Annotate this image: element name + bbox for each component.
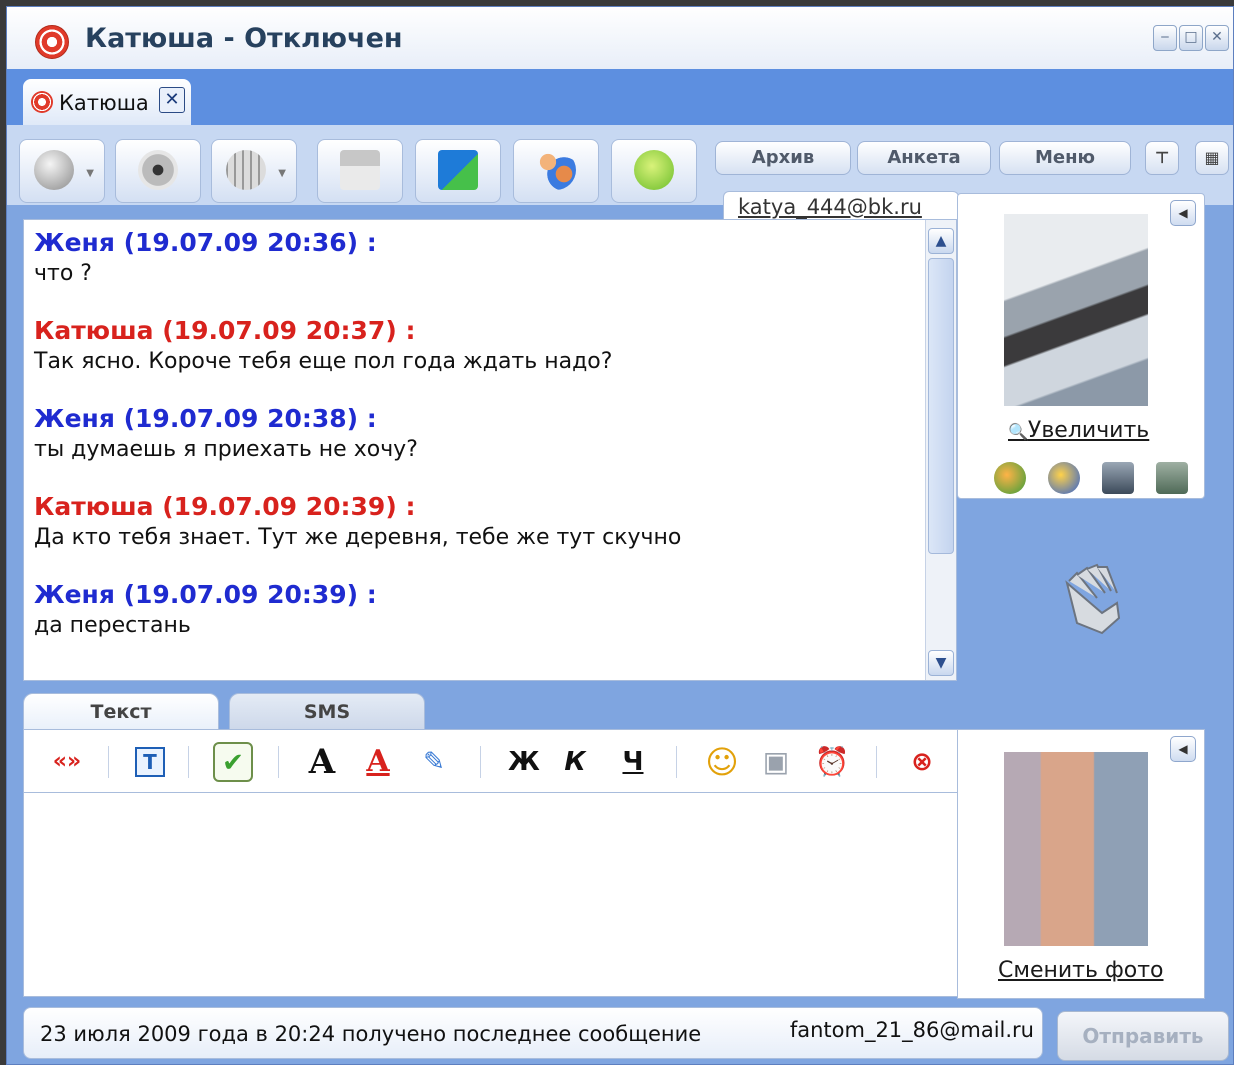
close-icon[interactable]: ✕ bbox=[1205, 25, 1229, 51]
conversation-tab-label: Катюша bbox=[59, 91, 149, 115]
minimize-icon[interactable]: ‒ bbox=[1153, 25, 1177, 51]
message-header: Женя (19.07.09 20:36) : bbox=[34, 228, 377, 257]
contacts-button[interactable] bbox=[513, 139, 599, 203]
nudge-hand-icon[interactable] bbox=[1047, 563, 1137, 643]
message-text: Так ясно. Короче тебя еще пол года ждать… bbox=[34, 349, 613, 374]
message-text: Да кто тебя знает. Тут же деревня, тебе … bbox=[34, 525, 682, 550]
alarm-clock-icon[interactable]: ⏰ bbox=[812, 744, 852, 780]
contact-status-icon[interactable] bbox=[994, 462, 1026, 494]
scroll-up-icon[interactable]: ▲ bbox=[928, 228, 954, 254]
toolbar-divider bbox=[480, 746, 481, 778]
archive-button[interactable]: Архив bbox=[715, 141, 851, 175]
font-icon[interactable]: A bbox=[302, 744, 342, 780]
message: Женя (19.07.09 20:39) : да перестань bbox=[34, 580, 914, 642]
profile-button[interactable]: Анкета bbox=[857, 141, 991, 175]
phone-icon bbox=[34, 150, 74, 190]
input-mode-tabs: Текст SMS bbox=[23, 693, 963, 731]
own-email: fantom_21_86@mail.ru bbox=[789, 1018, 1034, 1042]
status-bar: 23 июля 2009 года в 20:24 получено после… bbox=[23, 1007, 1043, 1059]
camera-icon[interactable] bbox=[1102, 462, 1134, 494]
italic-button[interactable]: К bbox=[560, 744, 590, 780]
message-header: Катюша (19.07.09 20:37) : bbox=[34, 316, 416, 345]
message-header: Женя (19.07.09 20:39) : bbox=[34, 580, 377, 609]
collapse-panel-icon[interactable]: ◀ bbox=[1170, 200, 1196, 226]
message-text: ты думаешь я приехать не хочу? bbox=[34, 437, 418, 462]
message: Женя (19.07.09 20:36) : что ? bbox=[34, 228, 914, 290]
underline-button[interactable]: Ч bbox=[618, 744, 648, 780]
dropdown-arrow-icon: ▼ bbox=[86, 168, 94, 179]
chat-window: Катюша - Отключен ‒ □ ✕ Катюша ✕ ▼ ▼ Арх… bbox=[6, 6, 1234, 1065]
magnifier-icon: 🔍 bbox=[1008, 422, 1028, 441]
formatting-toolbar: «» T ✔ A A ✎ Ж К Ч ☺ ▣ ⏰ ⊗ bbox=[23, 729, 963, 793]
conversation-tab[interactable]: Катюша ✕ bbox=[23, 79, 191, 125]
message-header: Женя (19.07.09 20:38) : bbox=[34, 404, 377, 433]
conversation-tabbar: Катюша ✕ bbox=[7, 69, 1233, 125]
smiles-button[interactable] bbox=[611, 139, 697, 203]
chat-scrollbar[interactable]: ▲ ▼ bbox=[925, 220, 956, 680]
message-input[interactable] bbox=[23, 793, 963, 997]
tab-text[interactable]: Текст bbox=[23, 693, 219, 731]
chat-history: Женя (19.07.09 20:36) : что ? Катюша (19… bbox=[23, 219, 957, 681]
scroll-thumb[interactable] bbox=[928, 258, 954, 554]
chat-bubble-icon bbox=[634, 150, 674, 190]
change-photo-link[interactable]: Сменить фото bbox=[998, 958, 1164, 983]
contact-status-icon bbox=[31, 91, 53, 113]
smiley-icon[interactable]: ☺ bbox=[702, 744, 742, 780]
spellcheck-icon[interactable]: ✔ bbox=[210, 742, 256, 782]
message-text: что ? bbox=[34, 261, 92, 286]
message: Катюша (19.07.09 20:39) : Да кто тебя зн… bbox=[34, 492, 914, 554]
file-transfer-icon bbox=[438, 150, 478, 190]
globe-button[interactable]: ▼ bbox=[211, 139, 297, 203]
highlight-icon[interactable]: ✎ bbox=[416, 744, 452, 780]
send-button[interactable]: Отправить bbox=[1057, 1011, 1229, 1061]
toolbar-divider bbox=[188, 746, 189, 778]
window-controls: ‒ □ ✕ bbox=[1153, 25, 1229, 51]
tab-close-button[interactable]: ✕ bbox=[159, 87, 185, 113]
bold-button[interactable]: Ж bbox=[508, 744, 540, 780]
tab-sms[interactable]: SMS bbox=[229, 693, 425, 731]
toolbar-divider bbox=[676, 746, 677, 778]
globe-icon bbox=[226, 150, 266, 190]
pin-icon[interactable]: ⊤ bbox=[1145, 141, 1179, 175]
own-photo[interactable] bbox=[1004, 752, 1148, 946]
title-bar: Катюша - Отключен ‒ □ ✕ bbox=[7, 7, 1233, 69]
save-history-button[interactable] bbox=[317, 139, 403, 203]
video-camera-icon[interactable] bbox=[1156, 462, 1188, 494]
contact-actions bbox=[994, 462, 1188, 494]
webcam-icon bbox=[138, 150, 178, 190]
message-header: Катюша (19.07.09 20:39) : bbox=[34, 492, 416, 521]
message: Женя (19.07.09 20:38) : ты думаешь я при… bbox=[34, 404, 914, 466]
message-text: да перестань bbox=[34, 613, 191, 638]
contact-info-panel: ◀ 🔍Увеличить bbox=[957, 193, 1205, 499]
save-icon bbox=[340, 150, 380, 190]
webcam-button[interactable] bbox=[115, 139, 201, 203]
last-message-status: 23 июля 2009 года в 20:24 получено после… bbox=[40, 1022, 702, 1046]
mail-agent-logo-icon bbox=[35, 25, 69, 59]
message: Катюша (19.07.09 20:37) : Так ясно. Коро… bbox=[34, 316, 914, 378]
call-button[interactable]: ▼ bbox=[19, 139, 105, 203]
toolbar-divider bbox=[108, 746, 109, 778]
file-transfer-button[interactable] bbox=[415, 139, 501, 203]
maximize-icon[interactable]: □ bbox=[1179, 25, 1203, 51]
menu-button[interactable]: Меню bbox=[999, 141, 1131, 175]
clear-text-icon[interactable]: ⊗ bbox=[902, 744, 942, 780]
toolbar-divider bbox=[278, 746, 279, 778]
edit-contact-icon[interactable] bbox=[1048, 462, 1080, 494]
scroll-down-icon[interactable]: ▼ bbox=[928, 650, 954, 676]
text-style-icon[interactable]: T bbox=[132, 744, 168, 780]
enlarge-photo-link[interactable]: 🔍Увеличить bbox=[1008, 418, 1149, 443]
toolbar-divider bbox=[876, 746, 877, 778]
own-photo-panel: ◀ Сменить фото bbox=[957, 729, 1205, 999]
window-title: Катюша - Отключен bbox=[85, 23, 403, 54]
tv-icon[interactable]: ▣ bbox=[756, 744, 796, 780]
collapse-panel-icon[interactable]: ◀ bbox=[1170, 736, 1196, 762]
layout-grid-icon[interactable]: ▦ bbox=[1195, 141, 1229, 175]
font-color-icon[interactable]: A bbox=[360, 744, 396, 780]
contact-photo[interactable] bbox=[1004, 214, 1148, 406]
quote-icon[interactable]: «» bbox=[44, 744, 90, 780]
dropdown-arrow-icon: ▼ bbox=[278, 168, 286, 179]
contacts-group-icon bbox=[536, 150, 576, 190]
